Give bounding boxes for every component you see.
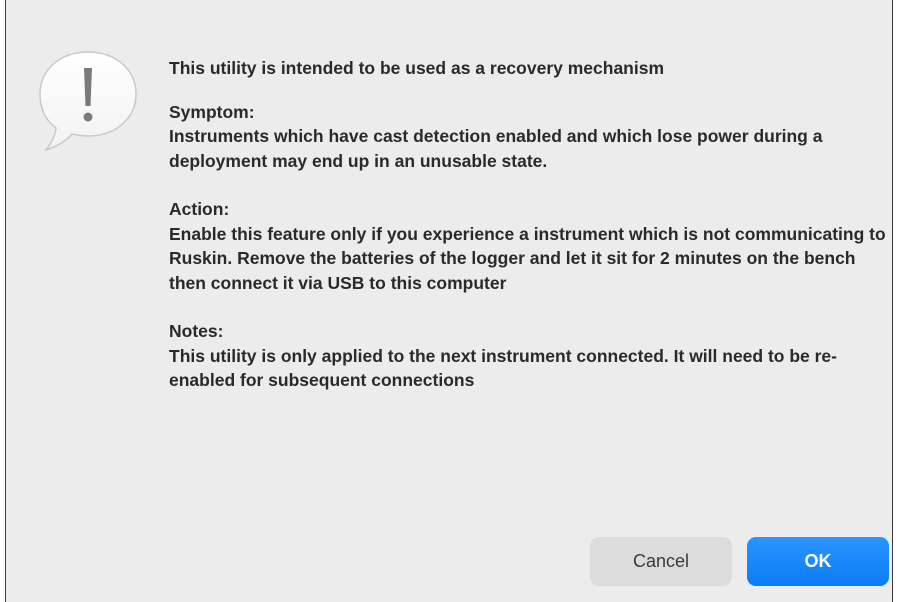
alert-exclamation-icon [36,48,140,158]
dialog-content: This utility is intended to be used as a… [169,56,889,417]
notes-text: This utility is only applied to the next… [169,345,837,391]
notes-heading: Notes: [169,321,224,341]
action-heading: Action: [169,199,230,219]
action-text: Enable this feature only if you experien… [169,223,886,293]
symptom-heading: Symptom: [169,101,255,122]
cancel-button[interactable]: Cancel [590,537,732,586]
dialog-message: This utility is intended to be used as a… [169,58,665,78]
action-section: Action: Enable this feature only if you … [169,197,889,295]
alert-dialog: This utility is intended to be used as a… [5,0,893,602]
symptom-text: Instruments which have cast detection en… [169,126,823,171]
ok-button[interactable]: OK [747,537,889,586]
notes-section: Notes: This utility is only applied to t… [169,319,889,393]
symptom-section: Symptom: Instruments which have cast det… [169,100,889,174]
